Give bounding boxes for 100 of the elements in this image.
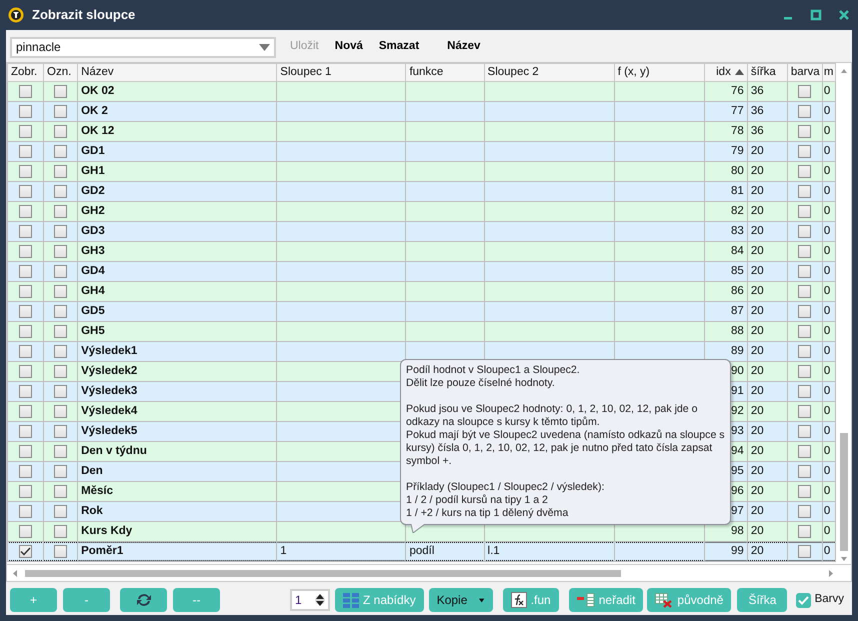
checkbox[interactable]	[54, 504, 68, 518]
checkbox[interactable]	[798, 224, 812, 238]
checkbox[interactable]	[19, 424, 32, 438]
checkbox[interactable]	[54, 244, 68, 258]
column-header[interactable]: idx	[704, 64, 748, 82]
close-icon[interactable]	[838, 9, 850, 21]
checkbox[interactable]	[798, 444, 812, 458]
checkbox[interactable]	[798, 144, 812, 158]
checkbox[interactable]	[54, 424, 68, 438]
column-header[interactable]: Sloupec 2	[484, 64, 614, 82]
column-header[interactable]: Sloupec 1	[276, 64, 406, 82]
checkbox[interactable]	[54, 484, 68, 498]
checkbox[interactable]	[19, 364, 32, 378]
maximize-icon[interactable]	[810, 9, 822, 21]
checkbox[interactable]	[798, 544, 812, 558]
checkbox[interactable]	[796, 592, 811, 608]
checkbox[interactable]	[19, 524, 32, 538]
checkbox[interactable]	[54, 304, 68, 318]
checkbox[interactable]	[54, 184, 68, 198]
checkbox[interactable]	[798, 284, 812, 298]
checkbox[interactable]	[798, 124, 812, 138]
app-logo-icon	[8, 7, 24, 23]
checkbox[interactable]	[19, 504, 32, 518]
preset-dropdown[interactable]: pinnacle	[10, 36, 276, 58]
checkbox[interactable]	[54, 524, 68, 538]
checkbox[interactable]	[19, 204, 32, 218]
checkbox[interactable]	[19, 444, 32, 458]
checkbox[interactable]	[19, 124, 32, 138]
checkbox[interactable]	[54, 84, 68, 98]
checkbox[interactable]	[19, 244, 32, 258]
checkbox[interactable]	[19, 144, 32, 158]
scroll-left-icon[interactable]	[13, 570, 17, 577]
scrollbar-thumb[interactable]	[840, 433, 848, 551]
checkbox[interactable]	[798, 184, 812, 198]
checkbox[interactable]	[54, 284, 68, 298]
column-header[interactable]: m	[822, 64, 836, 82]
checkbox[interactable]	[798, 324, 812, 338]
checkbox[interactable]	[54, 324, 68, 338]
checkbox[interactable]	[54, 404, 68, 418]
toolbar-button[interactable]: Smazat	[378, 38, 420, 56]
checkbox[interactable]	[19, 184, 32, 198]
checkbox[interactable]	[54, 384, 68, 398]
checkbox[interactable]	[798, 204, 812, 218]
checkbox[interactable]	[54, 104, 68, 118]
checkbox[interactable]	[54, 164, 68, 178]
checkbox[interactable]	[798, 384, 812, 398]
checkbox[interactable]	[19, 284, 32, 298]
checkbox[interactable]	[19, 224, 32, 238]
checkbox[interactable]	[19, 464, 32, 478]
checkbox[interactable]	[54, 544, 68, 558]
column-header[interactable]: šířka	[747, 64, 788, 82]
checkbox[interactable]	[19, 304, 32, 318]
column-header[interactable]: f (x, y)	[614, 64, 704, 82]
checkbox[interactable]	[798, 304, 812, 318]
checkbox[interactable]	[54, 264, 68, 278]
checkbox[interactable]	[798, 264, 812, 278]
checkbox[interactable]	[54, 124, 68, 138]
scroll-down-icon[interactable]	[841, 557, 847, 561]
scrollbar-thumb[interactable]	[25, 570, 621, 577]
checkbox[interactable]	[798, 504, 812, 518]
checkbox[interactable]	[54, 444, 68, 458]
checkbox[interactable]	[19, 404, 32, 418]
checkbox[interactable]	[798, 464, 812, 478]
checkbox[interactable]	[19, 164, 32, 178]
checkbox[interactable]	[19, 344, 32, 358]
checkbox[interactable]	[54, 144, 68, 158]
checkbox[interactable]	[798, 424, 812, 438]
column-header[interactable]: barva	[787, 64, 822, 82]
checkbox[interactable]	[54, 364, 68, 378]
checkbox[interactable]	[798, 164, 812, 178]
scroll-right-icon[interactable]	[829, 570, 833, 577]
number-spinner[interactable]: 1	[290, 589, 330, 611]
refresh-button[interactable]	[120, 588, 167, 612]
toolbar-button[interactable]: Název	[447, 38, 480, 56]
checkbox[interactable]	[798, 524, 812, 538]
checkbox[interactable]	[19, 544, 32, 558]
toolbar-button[interactable]: Nová	[334, 38, 363, 56]
checkbox[interactable]	[798, 244, 812, 258]
checkbox[interactable]	[798, 104, 812, 118]
checkbox[interactable]	[798, 84, 812, 98]
checkbox[interactable]	[798, 364, 812, 378]
column-header[interactable]: Zobr.	[8, 64, 44, 82]
checkbox[interactable]	[798, 484, 812, 498]
checkbox[interactable]	[19, 264, 32, 278]
checkbox[interactable]	[54, 204, 68, 218]
checkbox[interactable]	[19, 104, 32, 118]
column-header[interactable]: funkce	[406, 64, 484, 82]
checkbox[interactable]	[54, 344, 68, 358]
checkbox[interactable]	[54, 224, 68, 238]
scroll-up-icon[interactable]	[841, 69, 847, 73]
checkbox[interactable]	[54, 464, 68, 478]
checkbox[interactable]	[798, 344, 812, 358]
checkbox[interactable]	[798, 404, 812, 418]
dropdown-button[interactable]: Kopie	[428, 588, 493, 612]
checkbox[interactable]	[19, 324, 32, 338]
checkbox[interactable]	[19, 484, 32, 498]
checkbox[interactable]	[19, 384, 32, 398]
column-header[interactable]: Ozn.	[44, 64, 78, 82]
column-header[interactable]: Název	[78, 64, 277, 82]
checkbox[interactable]	[19, 84, 32, 98]
